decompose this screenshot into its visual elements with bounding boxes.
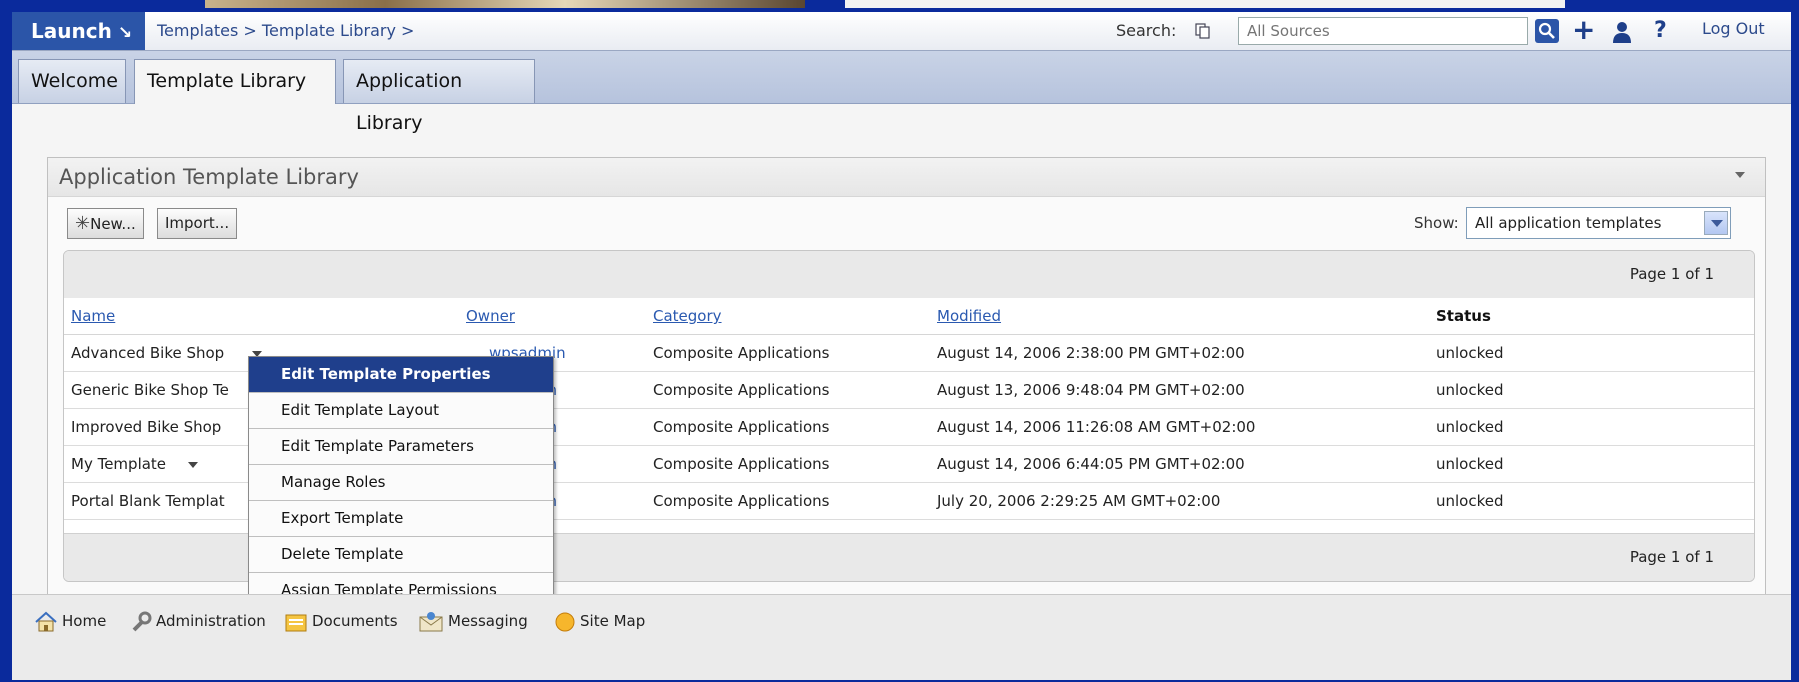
launch-label: Launch (31, 19, 112, 43)
nav-site-map-label: Site Map (580, 612, 646, 630)
search-label: Search: (1116, 21, 1177, 40)
row-modified: August 13, 2006 9:48:04 PM GMT+02:00 (937, 381, 1245, 399)
row-status: unlocked (1436, 344, 1504, 362)
row-status: unlocked (1436, 418, 1504, 436)
messaging-icon (419, 611, 443, 631)
portal-window: Launch ↘ Templates > Template Library > S… (12, 12, 1791, 680)
row-menu-arrow-icon[interactable] (188, 461, 199, 468)
portlet-menu-icon[interactable] (1735, 172, 1745, 178)
menu-item-edit-template-parameters[interactable]: Edit Template Parameters (249, 429, 553, 465)
tab-bar: Welcome Template Library Application Lib… (12, 51, 1791, 134)
row-status: unlocked (1436, 492, 1504, 510)
search-input[interactable] (1238, 17, 1528, 45)
nav-home[interactable]: Home (34, 602, 106, 640)
portlet-title: Application Template Library (59, 165, 359, 189)
user-icon[interactable] (1610, 20, 1634, 44)
import-button[interactable]: Import... (157, 208, 238, 239)
row-modified: August 14, 2006 11:26:08 AM GMT+02:00 (937, 418, 1256, 436)
menu-item-edit-template-layout[interactable]: Edit Template Layout (249, 393, 553, 429)
show-filter-value: All application templates (1475, 214, 1662, 232)
nav-administration-label: Administration (156, 612, 266, 630)
column-header-status: Status (1436, 307, 1491, 325)
template-context-menu: Edit Template Properties Edit Template L… (248, 356, 554, 609)
nav-messaging-label: Messaging (448, 612, 528, 630)
row-category: Composite Applications (653, 381, 830, 399)
tab-welcome[interactable]: Welcome (18, 59, 126, 103)
show-label: Show: (1414, 214, 1459, 232)
banner-strip (845, 0, 1565, 8)
search-icon (1538, 22, 1555, 39)
new-sparkle-icon: ✳ (75, 213, 91, 234)
nav-messaging[interactable]: Messaging (418, 602, 528, 640)
documents-icon (285, 614, 307, 631)
search-scope-icon[interactable] (1195, 23, 1211, 39)
wrench-icon (132, 611, 152, 631)
row-category: Composite Applications (653, 455, 830, 473)
column-header-name[interactable]: Name (71, 298, 115, 334)
row-name[interactable]: Improved Bike Shop (71, 409, 221, 445)
add-icon[interactable]: + (1572, 14, 1595, 46)
nav-site-map[interactable]: Site Map (554, 602, 645, 640)
pager-top: Page 1 of 1 (64, 251, 1754, 299)
page-indicator: Page 1 of 1 (1629, 265, 1714, 283)
nav-documents-label: Documents (312, 612, 398, 630)
row-name[interactable]: Portal Blank Templat (71, 483, 225, 519)
page-indicator-bottom: Page 1 of 1 (1629, 548, 1714, 566)
breadcrumb[interactable]: Templates > Template Library > (157, 12, 414, 50)
row-category: Composite Applications (653, 418, 830, 436)
menu-item-delete-template[interactable]: Delete Template (249, 537, 553, 573)
tab-template-library[interactable]: Template Library (134, 59, 336, 104)
chevron-down-icon[interactable] (1704, 211, 1728, 235)
logout-link[interactable]: Log Out (1702, 12, 1765, 46)
row-status: unlocked (1436, 381, 1504, 399)
footer-nav: Home Administration Documents Messaging … (12, 594, 1791, 680)
banner-image (205, 0, 805, 8)
column-header-modified[interactable]: Modified (937, 298, 1001, 334)
header-bar: Launch ↘ Templates > Template Library > S… (12, 12, 1791, 51)
portlet-header: Application Template Library (48, 158, 1765, 197)
row-modified: August 14, 2006 2:38:00 PM GMT+02:00 (937, 344, 1245, 362)
top-decoration (0, 0, 1799, 8)
home-icon (35, 611, 57, 631)
compass-icon (555, 612, 575, 631)
launch-arrow-icon: ↘ (117, 23, 133, 43)
table-header-row: Name Owner Category Modified Status (64, 298, 1754, 335)
column-header-category[interactable]: Category (653, 298, 722, 334)
row-name[interactable]: My Template (71, 455, 166, 473)
nav-administration[interactable]: Administration (130, 602, 266, 640)
launch-button[interactable]: Launch ↘ (12, 12, 145, 50)
row-category: Composite Applications (653, 492, 830, 510)
help-icon[interactable]: ? (1654, 12, 1667, 50)
show-filter-select[interactable]: All application templates (1466, 207, 1731, 239)
nav-documents[interactable]: Documents (284, 602, 398, 640)
new-button-label: New... (90, 215, 136, 233)
row-modified: August 14, 2006 6:44:05 PM GMT+02:00 (937, 455, 1245, 473)
menu-item-edit-template-properties[interactable]: Edit Template Properties (249, 357, 553, 393)
tab-application-library[interactable]: Application Library (343, 59, 535, 134)
nav-home-label: Home (62, 612, 107, 630)
menu-item-export-template[interactable]: Export Template (249, 501, 553, 537)
new-button[interactable]: ✳New... (67, 208, 144, 239)
row-modified: July 20, 2006 2:29:25 AM GMT+02:00 (937, 492, 1221, 510)
row-name[interactable]: Advanced Bike Shop (71, 344, 224, 362)
menu-item-manage-roles[interactable]: Manage Roles (249, 465, 553, 501)
column-header-owner[interactable]: Owner (466, 298, 515, 334)
search-go-button[interactable] (1535, 19, 1559, 43)
row-status: unlocked (1436, 455, 1504, 473)
row-category: Composite Applications (653, 344, 830, 362)
row-name[interactable]: Generic Bike Shop Te (71, 372, 229, 408)
